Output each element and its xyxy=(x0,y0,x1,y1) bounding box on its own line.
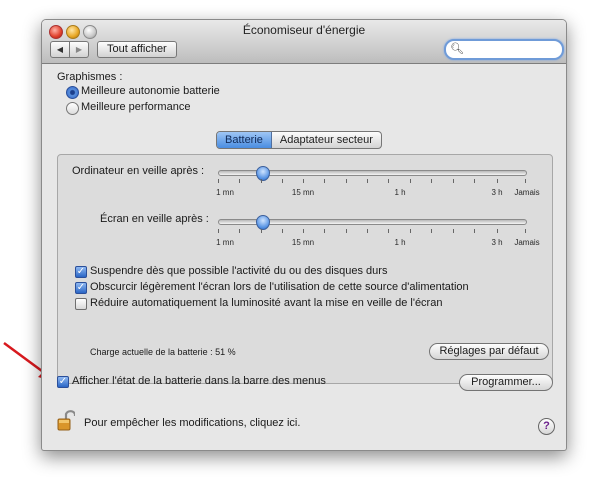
tick xyxy=(218,229,219,233)
tick-label: Jamais xyxy=(514,238,540,247)
tick-label: 3 h xyxy=(491,188,503,197)
tick xyxy=(410,179,411,183)
tick-label: 1 mn xyxy=(216,188,234,197)
tab-battery[interactable]: Batterie xyxy=(217,132,272,148)
computer-sleep-label: Ordinateur en veille après : xyxy=(72,165,205,177)
tick-label: 1 mn xyxy=(216,238,234,247)
checkbox-reduce-brightness[interactable] xyxy=(75,298,87,310)
tick xyxy=(474,179,475,183)
tick xyxy=(218,179,219,183)
graphics-label: Graphismes : xyxy=(57,71,123,83)
tick xyxy=(324,229,325,233)
tick xyxy=(431,229,432,233)
schedule-button[interactable]: Programmer... xyxy=(459,374,553,391)
lock-icon[interactable] xyxy=(57,409,75,431)
checkbox-disk-sleep[interactable]: ✓ xyxy=(75,266,87,278)
lock-message: Pour empêcher les modifications, cliquez… xyxy=(84,417,301,429)
battery-charge-text: Charge actuelle de la batterie : 51 % xyxy=(90,347,236,357)
tick xyxy=(497,179,498,183)
radio-battery-life[interactable] xyxy=(66,86,79,99)
forward-button[interactable]: ▶ xyxy=(70,41,89,58)
tick xyxy=(453,229,454,233)
tick-label: 1 h xyxy=(394,188,406,197)
tick xyxy=(525,179,526,183)
tick-label: Jamais xyxy=(514,188,540,197)
radio-performance-label: Meilleure performance xyxy=(81,101,191,113)
restore-defaults-button[interactable]: Réglages par défaut xyxy=(429,343,549,360)
tick xyxy=(367,229,368,233)
preferences-window: Économiseur d'énergie ◀ ▶ Tout afficher … xyxy=(41,19,567,451)
display-sleep-label: Écran en veille après : xyxy=(100,213,209,225)
checkbox-show-battery-status[interactable]: ✓ xyxy=(57,376,69,388)
radio-battery-life-label: Meilleure autonomie batterie xyxy=(81,85,220,97)
tick xyxy=(474,229,475,233)
tick-label: 1 h xyxy=(394,238,406,247)
tick xyxy=(497,229,498,233)
tick xyxy=(346,229,347,233)
checkbox-dim-display-label: Obscurcir légèrement l'écran lors de l'u… xyxy=(90,281,469,293)
search-input[interactable]: 🔍︎ xyxy=(444,39,564,60)
tick xyxy=(453,179,454,183)
tick xyxy=(239,229,240,233)
tick xyxy=(410,229,411,233)
title-bar: Économiseur d'énergie ◀ ▶ Tout afficher … xyxy=(42,20,566,64)
tick xyxy=(239,179,240,183)
tab-power-adapter[interactable]: Adaptateur secteur xyxy=(272,132,381,148)
tick xyxy=(367,179,368,183)
checkbox-reduce-brightness-label: Réduire automatiquement la luminosité av… xyxy=(90,297,443,309)
back-button[interactable]: ◀ xyxy=(50,41,70,58)
tick xyxy=(346,179,347,183)
tick xyxy=(303,229,304,233)
tick xyxy=(388,179,389,183)
checkbox-show-battery-status-label: Afficher l'état de la batterie dans la b… xyxy=(72,375,326,387)
search-icon: 🔍︎ xyxy=(450,43,464,55)
tick-label: 15 mn xyxy=(291,238,315,247)
radio-performance[interactable] xyxy=(66,102,79,115)
show-all-button[interactable]: Tout afficher xyxy=(97,41,177,58)
tick xyxy=(282,179,283,183)
help-button[interactable]: ? xyxy=(538,418,555,435)
checkbox-dim-display[interactable]: ✓ xyxy=(75,282,87,294)
tick xyxy=(261,179,262,183)
tick-label: 3 h xyxy=(491,238,503,247)
power-source-tabs: Batterie Adaptateur secteur xyxy=(216,131,382,149)
window-title: Économiseur d'énergie xyxy=(242,23,366,37)
tick xyxy=(324,179,325,183)
tick xyxy=(525,229,526,233)
tick xyxy=(303,179,304,183)
content-area: Graphismes : Meilleure autonomie batteri… xyxy=(42,64,566,450)
checkbox-disk-sleep-label: Suspendre dès que possible l'activité du… xyxy=(90,265,388,277)
tick xyxy=(431,179,432,183)
nav-buttons: ◀ ▶ xyxy=(50,41,89,58)
tick xyxy=(261,229,262,233)
tick xyxy=(388,229,389,233)
tick-label: 15 mn xyxy=(291,188,315,197)
tick xyxy=(282,229,283,233)
